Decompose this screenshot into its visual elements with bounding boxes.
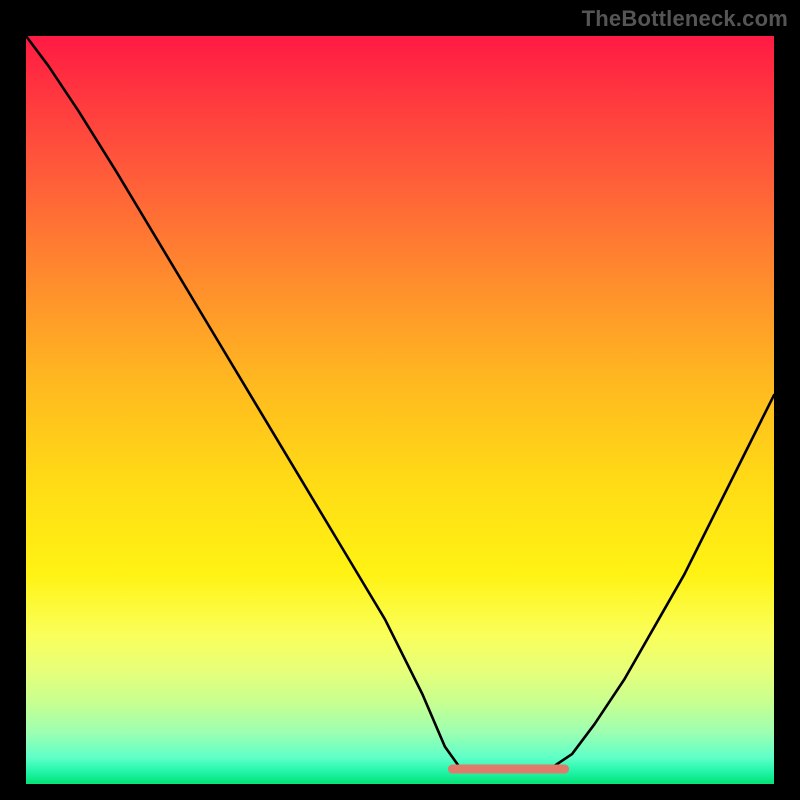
- chart-container: TheBottleneck.com: [0, 0, 800, 800]
- bottleneck-curve: [26, 36, 774, 771]
- plot-area: [26, 36, 774, 784]
- watermark: TheBottleneck.com: [582, 6, 788, 32]
- curve-layer: [26, 36, 774, 784]
